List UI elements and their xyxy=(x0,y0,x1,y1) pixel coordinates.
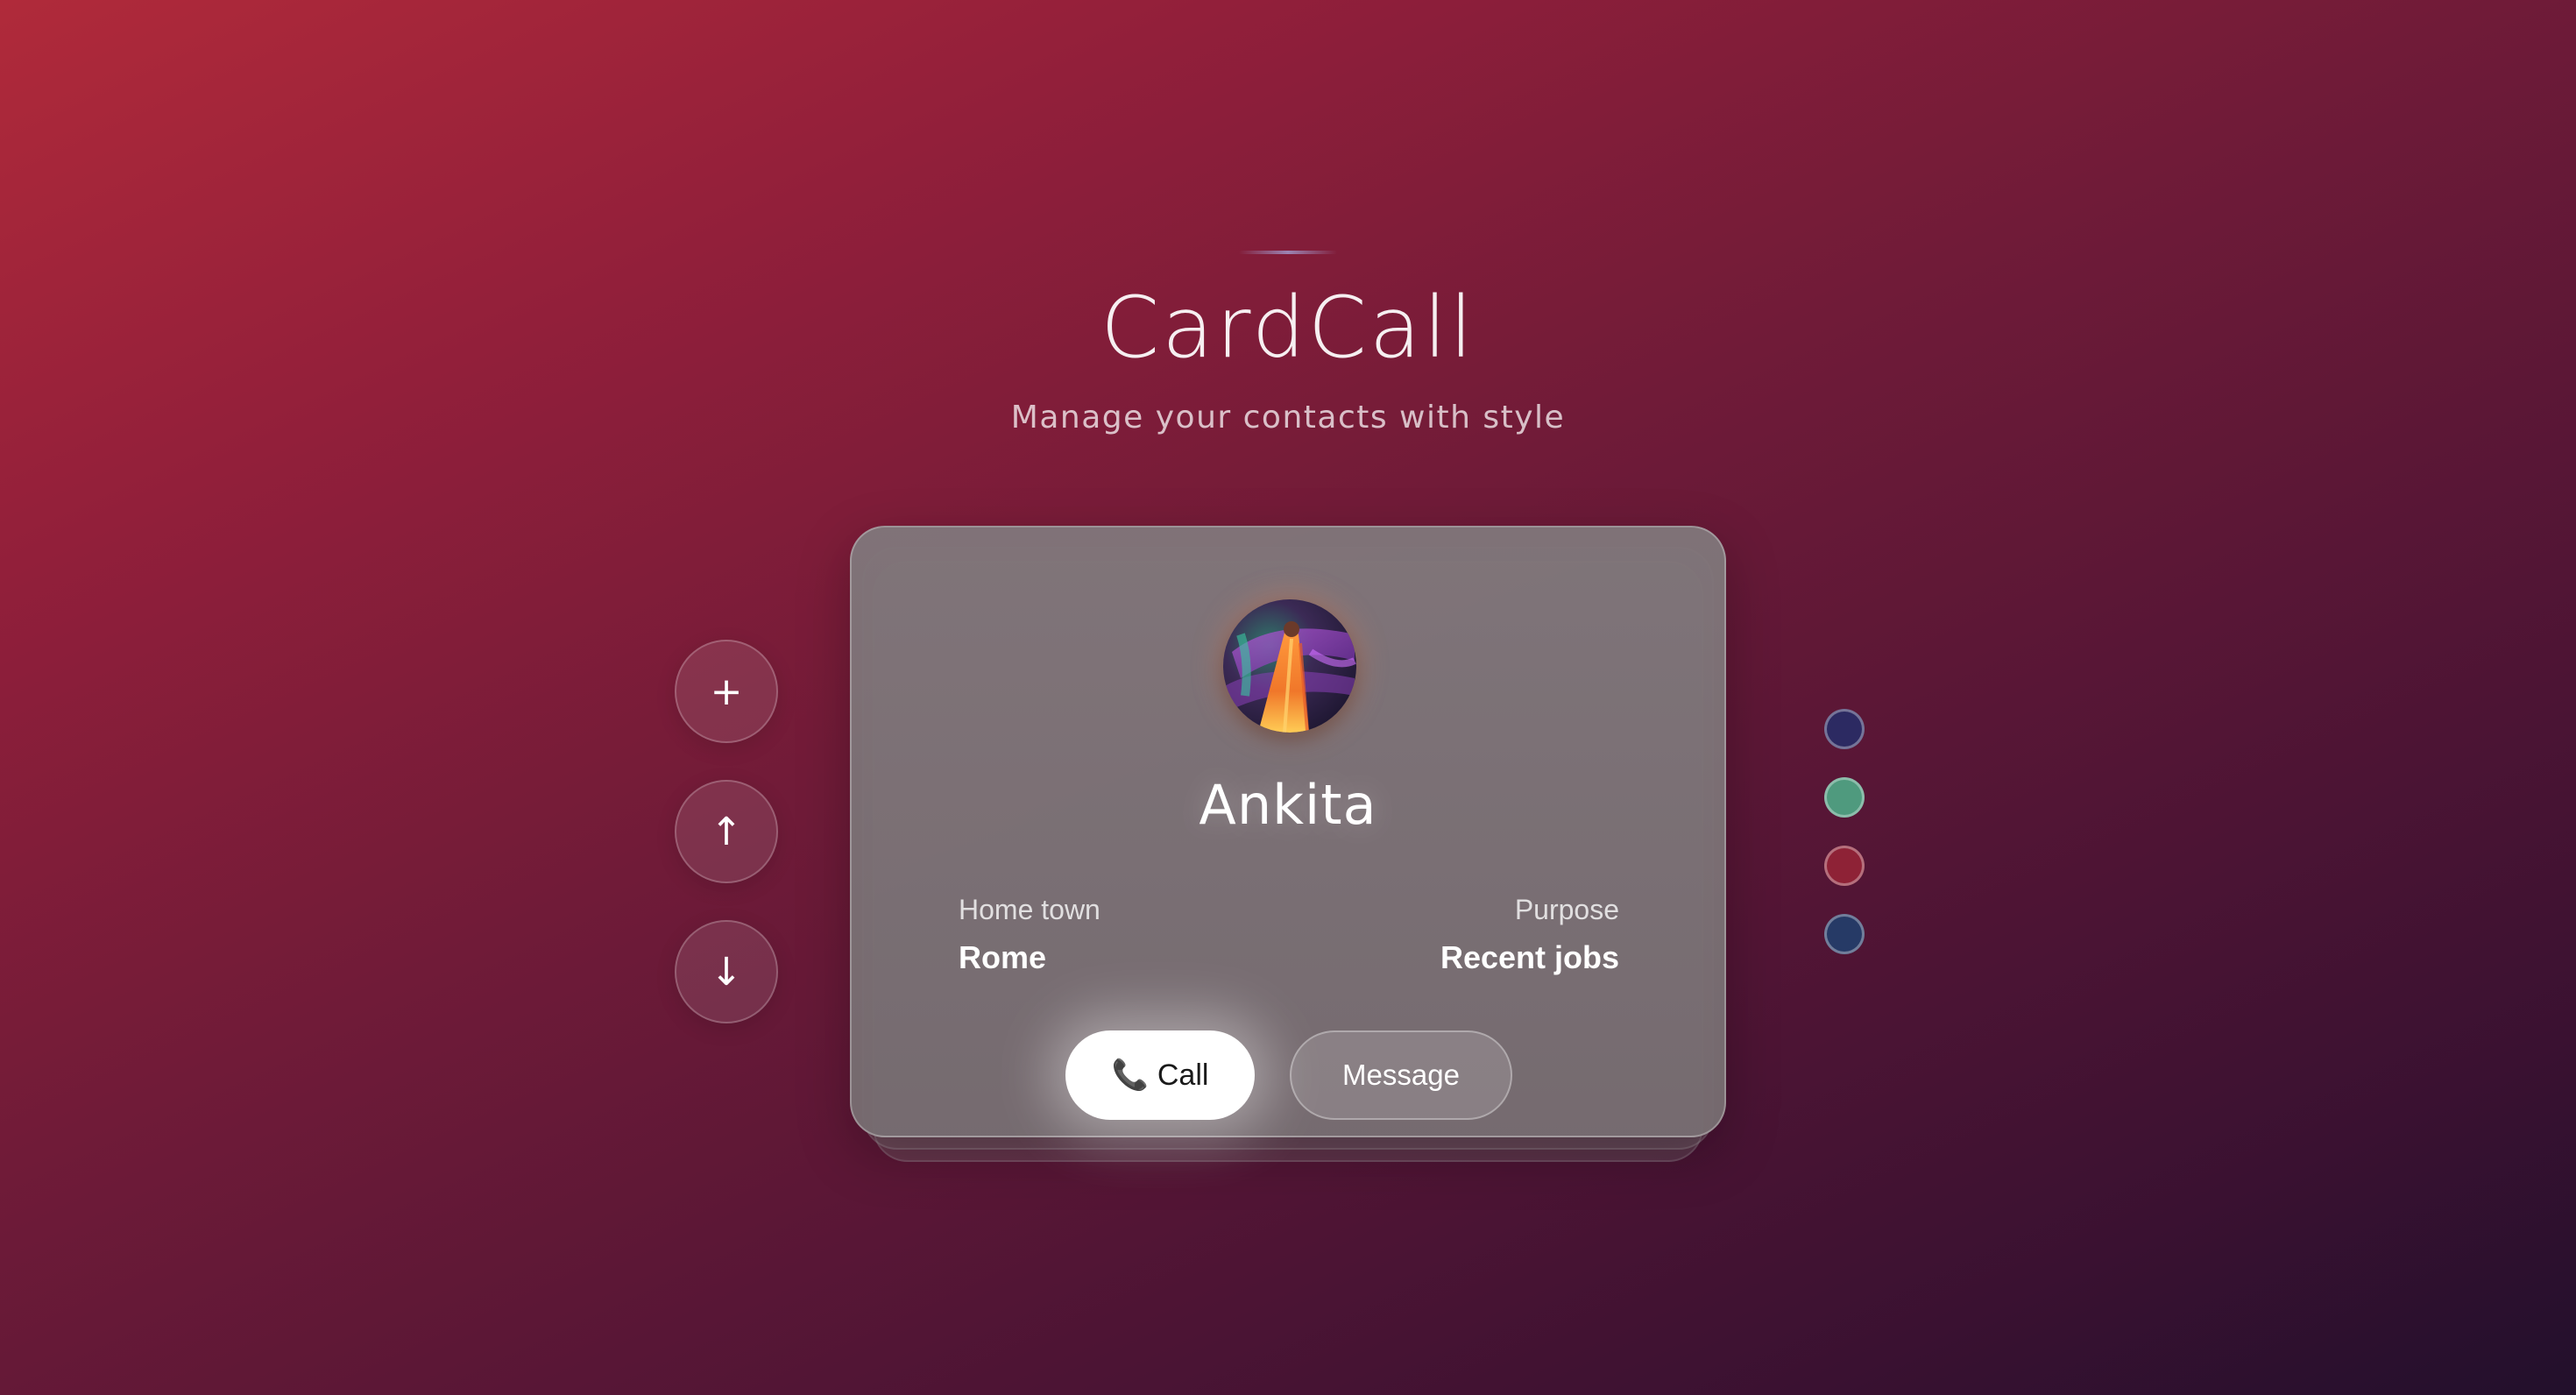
plus-icon: + xyxy=(710,669,743,714)
next-contact-button[interactable]: ↓ xyxy=(675,920,778,1023)
app-subtitle: Manage your contacts with style xyxy=(1010,400,1566,435)
contact-avatar xyxy=(1223,599,1356,733)
previous-contact-button[interactable]: ↑ xyxy=(675,780,778,883)
contact-card: Ankita Home town Rome Purpose Recent job… xyxy=(850,526,1726,1137)
call-button[interactable]: 📞 Call xyxy=(1065,1030,1255,1120)
app-title: CardCall xyxy=(1100,279,1476,377)
theme-dot-navy[interactable] xyxy=(1824,914,1865,954)
theme-dot-green[interactable] xyxy=(1824,777,1865,818)
home-town-label: Home town xyxy=(959,894,1100,925)
add-contact-button[interactable]: + xyxy=(675,640,778,743)
contact-name: Ankita xyxy=(1199,773,1377,837)
decorative-divider xyxy=(1239,251,1337,254)
purpose-label: Purpose xyxy=(1514,894,1619,925)
home-town-value: Rome xyxy=(959,939,1047,975)
arrow-up-icon: ↑ xyxy=(710,809,743,854)
theme-dot-indigo[interactable] xyxy=(1824,709,1865,749)
phone-icon: 📞 xyxy=(1111,1058,1149,1093)
message-button-label: Message xyxy=(1342,1059,1460,1091)
message-button[interactable]: Message xyxy=(1290,1030,1512,1120)
purpose-value: Recent jobs xyxy=(1440,939,1619,975)
arrow-down-icon: ↓ xyxy=(710,949,743,995)
theme-dot-crimson[interactable] xyxy=(1824,846,1865,886)
call-button-label: Call xyxy=(1157,1058,1209,1092)
